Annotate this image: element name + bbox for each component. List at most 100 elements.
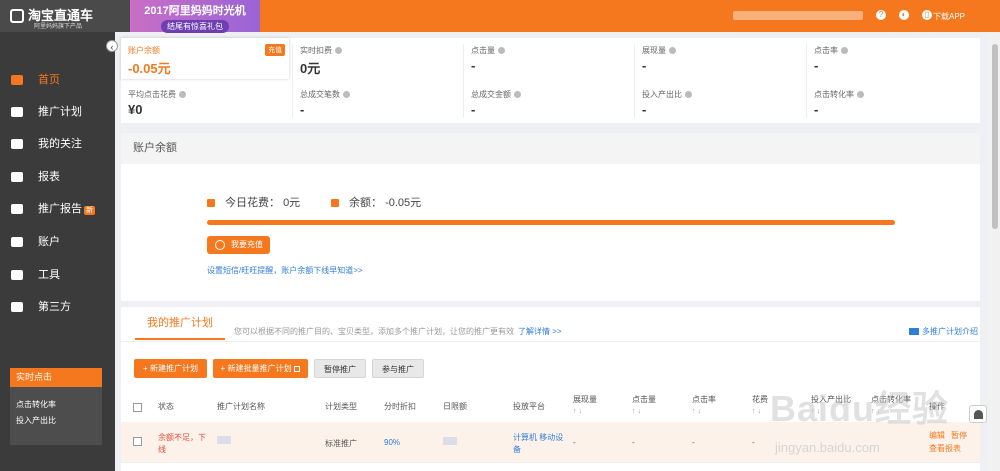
realtime-panel: 实时点击 点击转化率 投入产出比: [10, 368, 102, 445]
sidebar-item-plans[interactable]: 推广计划: [0, 101, 115, 123]
sort-arrows-icon[interactable]: ↑ ↓: [752, 408, 768, 415]
select-all-checkbox[interactable]: [133, 403, 142, 412]
today-cost-legend: 今日花费： 0元: [207, 194, 300, 210]
divider: [121, 341, 980, 342]
promo-title: 2017阿里妈妈时光机: [144, 5, 246, 17]
stat-label: 账户余额: [128, 46, 160, 55]
sort-arrows-icon[interactable]: ↑ ↓: [632, 408, 656, 415]
stat-value: -: [471, 58, 476, 73]
col-ctr[interactable]: 点击率 ↑ ↓: [692, 394, 716, 415]
table-row: [121, 462, 980, 471]
customer-service-icon[interactable]: [969, 405, 987, 423]
new-batch-plan-button[interactable]: + 新建批量推广计划: [213, 359, 308, 378]
row-checkbox[interactable]: [133, 437, 142, 446]
sidebar-item-reports[interactable]: 报表: [0, 166, 115, 188]
row-daily-limit[interactable]: [443, 437, 457, 445]
stat-total-amount: 总成交金额 -: [464, 82, 635, 123]
new-badge: 新: [84, 206, 95, 215]
sort-arrows-icon[interactable]: ↑ ↓: [692, 408, 716, 415]
new-plan-label: 新建推广计划: [149, 364, 198, 373]
pause-plan-button[interactable]: 暂停推广: [314, 359, 366, 378]
account-card-icon: [11, 237, 23, 247]
recharge-badge-button[interactable]: 充值: [265, 44, 285, 56]
question-icon[interactable]: [335, 47, 342, 55]
question-icon[interactable]: [669, 47, 676, 55]
sidebar-item-home[interactable]: 首页: [0, 69, 115, 91]
stat-value: -: [471, 102, 476, 117]
sidebar-item-account[interactable]: 账户: [0, 231, 115, 253]
sidebar-item-tools[interactable]: 工具: [0, 264, 115, 286]
stat-value: -: [642, 102, 647, 117]
promo-subtitle: 结尾有惊喜礼包: [161, 20, 229, 33]
new-batch-label: 新建批量推广计划: [227, 364, 292, 373]
collapse-sidebar-icon[interactable]: ‹: [106, 40, 118, 52]
stat-total-orders: 总成交笔数 -: [293, 82, 464, 123]
car-logo-icon: [10, 9, 24, 23]
tab-my-plans[interactable]: 我的推广计划: [135, 307, 225, 340]
row-report-link[interactable]: 查看报表: [929, 443, 961, 454]
plan-intro-link[interactable]: 多推广计划介绍: [909, 326, 978, 337]
window-icon: [294, 365, 301, 372]
row-plan-name[interactable]: [217, 436, 231, 444]
divider: [292, 44, 293, 118]
stat-clicks: 点击量 -: [464, 38, 635, 79]
col-cost[interactable]: 花费 ↑ ↓: [752, 394, 768, 415]
row-ctr: -: [692, 438, 695, 447]
row-platform[interactable]: 计算机 移动设备: [513, 432, 571, 456]
stat-roi: 投入产出比 -: [635, 82, 806, 123]
download-app-link[interactable]: 下载APP: [933, 11, 965, 22]
stat-balance[interactable]: 账户余额 -0.05元 充值: [121, 38, 289, 79]
stat-value: -: [642, 58, 647, 73]
logo[interactable]: 淘宝直通车 阿里妈妈旗下产品: [0, 0, 130, 32]
service-icon[interactable]: ◐: [899, 10, 909, 20]
question-icon[interactable]: [685, 91, 692, 99]
col-plan-name: 推广计划名称: [217, 402, 265, 411]
learn-more-link[interactable]: 了解详情 >>: [518, 327, 562, 336]
video-icon: [909, 328, 919, 336]
col-clicks[interactable]: 点击量 ↑ ↓: [632, 394, 656, 415]
help-icon[interactable]: ?: [876, 10, 886, 20]
scrollbar[interactable]: [990, 32, 1000, 471]
row-time-discount[interactable]: 90%: [384, 438, 400, 447]
divider: [463, 44, 464, 118]
phone-icon[interactable]: ▯: [922, 10, 932, 20]
question-icon[interactable]: [343, 91, 350, 99]
stat-value: ¥0: [128, 102, 143, 117]
stat-label: 总成交笔数: [300, 90, 340, 99]
balance-panel: 账户余额 今日花费： 0元 余额： -0.05元 我要充值 设置短信/旺旺提醒，…: [121, 133, 980, 301]
sidebar-item-label: 我的关注: [38, 138, 82, 150]
new-plan-button[interactable]: + 新建推广计划: [134, 359, 207, 378]
question-icon[interactable]: [514, 91, 521, 99]
legend-swatch: [207, 199, 215, 208]
join-promo-button[interactable]: 参与推广: [372, 359, 424, 378]
home-icon: [11, 75, 23, 85]
question-icon[interactable]: [841, 47, 848, 55]
sidebar-item-third-party[interactable]: 第三方: [0, 296, 115, 318]
row-pause-link[interactable]: 暂停: [951, 430, 967, 441]
col-time-discount: 分时折扣: [384, 402, 416, 411]
col-impressions-label: 展现量: [573, 395, 597, 404]
sidebar-item-promo-report[interactable]: 推广报告新: [0, 198, 115, 220]
realtime-item-conversion[interactable]: 点击转化率: [10, 397, 102, 413]
sort-arrows-icon[interactable]: ↑ ↓: [573, 408, 597, 415]
col-impressions[interactable]: 展现量 ↑ ↓: [573, 394, 597, 415]
realtime-item-roi[interactable]: 投入产出比: [10, 413, 102, 429]
sidebar-item-follow[interactable]: 我的关注: [0, 133, 115, 155]
stat-label: 点击转化率: [814, 90, 854, 99]
sidebar-item-label: 账户: [38, 236, 60, 248]
question-icon[interactable]: [498, 47, 505, 55]
user-account-name[interactable]: [733, 11, 863, 20]
question-icon[interactable]: [179, 91, 186, 99]
stat-value: -: [300, 102, 305, 117]
question-icon[interactable]: [857, 91, 864, 99]
divider: [806, 44, 807, 118]
recharge-button[interactable]: 我要充值: [207, 236, 270, 254]
headset-icon: [974, 410, 983, 419]
logo-subtext: 阿里妈妈旗下产品: [34, 24, 83, 30]
balance-reminder-link[interactable]: 设置短信/旺旺提醒，账户余额下线早知道>>: [207, 265, 363, 276]
scrollbar-thumb[interactable]: [992, 44, 998, 229]
realtime-title[interactable]: 实时点击: [10, 368, 102, 387]
promo-banner[interactable]: 2017阿里妈妈时光机 结尾有惊喜礼包: [130, 0, 260, 33]
stat-value: -: [814, 58, 819, 73]
recharge-button-label: 我要充值: [231, 240, 263, 249]
